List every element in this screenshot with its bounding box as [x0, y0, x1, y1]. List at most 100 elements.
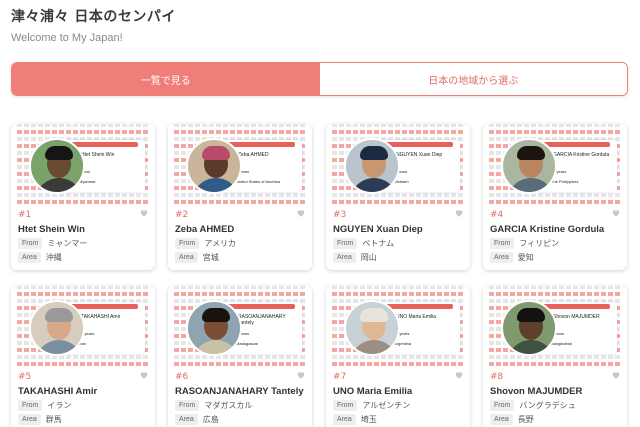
heart-icon[interactable]	[611, 370, 621, 380]
senpai-name[interactable]: Htet Shein Win	[18, 224, 85, 235]
from-value: フィリピン	[519, 238, 560, 248]
from-row: From フィリピン	[490, 237, 559, 249]
from-label: From	[333, 237, 358, 249]
view-tabs: 一覧で見る 日本の地域から選ぶ	[11, 62, 628, 96]
senpai-name[interactable]: UNO Maria Emilia	[333, 386, 412, 397]
avatar	[29, 138, 85, 194]
from-label: From	[490, 237, 515, 249]
from-label: From	[490, 399, 515, 411]
heart-icon[interactable]	[139, 370, 149, 380]
from-value: ベトナム	[362, 238, 395, 248]
senpai-card[interactable]: RASOANJANAHARY Tantely 4 years Madagasca…	[168, 286, 312, 427]
area-value: 愛知	[517, 252, 534, 262]
from-row: From アルゼンチン	[333, 399, 410, 411]
senpai-name[interactable]: Zeba AHMED	[175, 224, 234, 235]
heart-icon[interactable]	[611, 208, 621, 218]
thumbnail-country: The Philippines	[551, 179, 579, 184]
area-value: 広島	[202, 414, 219, 424]
from-value: マダガスカル	[204, 400, 253, 410]
senpai-name[interactable]: Shovon MAJUMDER	[490, 386, 582, 397]
thumbnail-name: Zeba AHMED	[238, 152, 269, 158]
card-number: #5	[18, 372, 32, 382]
thumbnail-country: Myanmar	[79, 179, 96, 184]
card-thumbnail[interactable]: Shovon MAJUMDER 3 years Bangladesh	[489, 286, 621, 366]
area-row: Area 愛知	[490, 251, 534, 263]
card-thumbnail[interactable]: TAKAHASHI Amir 15 years Iran	[17, 286, 149, 366]
thumbnail-name: TAKAHASHI Amir	[81, 314, 121, 320]
card-thumbnail[interactable]: GARCIA Kristine Gordula 13 years The Phi…	[489, 124, 621, 204]
area-value: 群馬	[45, 414, 62, 424]
senpai-card[interactable]: Shovon MAJUMDER 3 years Bangladesh #8 Sh…	[483, 286, 627, 427]
thumbnail-country: United States of America	[236, 179, 281, 184]
area-value: 沖縄	[45, 252, 62, 262]
area-value: 長野	[517, 414, 534, 424]
heart-icon[interactable]	[454, 208, 464, 218]
card-thumbnail[interactable]: Htet Shein Win 1 year Myanmar	[17, 124, 149, 204]
page-header: 津々浦々 日本のセンパイ Welcome to My Japan!	[11, 6, 176, 44]
senpai-card[interactable]: TAKAHASHI Amir 15 years Iran #5 TAKAHASH…	[11, 286, 155, 427]
area-value: 宮城	[202, 252, 219, 262]
thumbnail-name: Htet Shein Win	[81, 152, 115, 158]
senpai-name[interactable]: TAKAHASHI Amir	[18, 386, 97, 397]
area-row: Area 長野	[490, 413, 534, 425]
from-row: From アメリカ	[175, 237, 236, 249]
heart-icon[interactable]	[296, 370, 306, 380]
from-label: From	[175, 399, 200, 411]
area-label: Area	[175, 413, 198, 425]
card-thumbnail[interactable]: NGUYEN Xuan Diep 8 years Vietnam	[332, 124, 464, 204]
senpai-name[interactable]: RASOANJANAHARY Tantely	[175, 386, 304, 397]
area-label: Area	[490, 251, 513, 263]
page-subtitle: Welcome to My Japan!	[11, 32, 123, 44]
area-row: Area 岡山	[333, 251, 377, 263]
from-label: From	[333, 399, 358, 411]
area-label: Area	[18, 251, 41, 263]
from-value: バングラデシュ	[519, 400, 576, 410]
avatar	[186, 138, 242, 194]
heart-icon[interactable]	[296, 208, 306, 218]
senpai-card[interactable]: UNO Maria Emilia 16 years Argentina #7 U…	[326, 286, 470, 427]
thumbnail-name: Shovon MAJUMDER	[553, 314, 600, 320]
avatar	[29, 300, 85, 356]
from-label: From	[18, 399, 43, 411]
senpai-card[interactable]: Zeba AHMED 2 years United States of Amer…	[168, 124, 312, 270]
thumbnail-name: UNO Maria Emilia	[396, 314, 437, 320]
avatar	[501, 138, 557, 194]
thumbnail-country: Madagascar	[236, 341, 259, 346]
thumbnail-name: RASOANJANAHARY Tantely	[238, 314, 286, 326]
card-thumbnail[interactable]: Zeba AHMED 2 years United States of Amer…	[174, 124, 306, 204]
heart-icon[interactable]	[139, 208, 149, 218]
card-number: #4	[490, 210, 504, 220]
tab-list-view[interactable]: 一覧で見る	[12, 63, 320, 95]
area-label: Area	[18, 413, 41, 425]
card-thumbnail[interactable]: UNO Maria Emilia 16 years Argentina	[332, 286, 464, 366]
from-row: From バングラデシュ	[490, 399, 576, 411]
card-number: #6	[175, 372, 189, 382]
senpai-name[interactable]: GARCIA Kristine Gordula	[490, 224, 604, 235]
from-label: From	[175, 237, 200, 249]
card-thumbnail[interactable]: RASOANJANAHARY Tantely 4 years Madagasca…	[174, 286, 306, 366]
area-row: Area 宮城	[175, 251, 219, 263]
area-row: Area 沖縄	[18, 251, 62, 263]
senpai-card[interactable]: GARCIA Kristine Gordula 13 years The Phi…	[483, 124, 627, 270]
area-row: Area 群馬	[18, 413, 62, 425]
avatar	[186, 300, 242, 356]
card-number: #2	[175, 210, 189, 220]
card-number: #1	[18, 210, 32, 220]
tab-region-view[interactable]: 日本の地域から選ぶ	[319, 63, 627, 95]
from-value: アルゼンチン	[362, 400, 411, 410]
area-label: Area	[333, 251, 356, 263]
heart-icon[interactable]	[454, 370, 464, 380]
area-row: Area 埼玉	[333, 413, 377, 425]
from-label: From	[18, 237, 43, 249]
senpai-card[interactable]: Htet Shein Win 1 year Myanmar #1 Htet Sh…	[11, 124, 155, 270]
senpai-name[interactable]: NGUYEN Xuan Diep	[333, 224, 423, 235]
senpai-card[interactable]: NGUYEN Xuan Diep 8 years Vietnam #3 NGUY…	[326, 124, 470, 270]
from-value: ミャンマー	[47, 238, 88, 248]
from-row: From ミャンマー	[18, 237, 87, 249]
page-title: 津々浦々 日本のセンパイ	[11, 9, 176, 25]
area-row: Area 広島	[175, 413, 219, 425]
from-value: アメリカ	[204, 238, 236, 248]
thumbnail-name: GARCIA Kristine Gordula	[553, 152, 610, 158]
area-value: 岡山	[360, 252, 377, 262]
card-number: #3	[333, 210, 347, 220]
